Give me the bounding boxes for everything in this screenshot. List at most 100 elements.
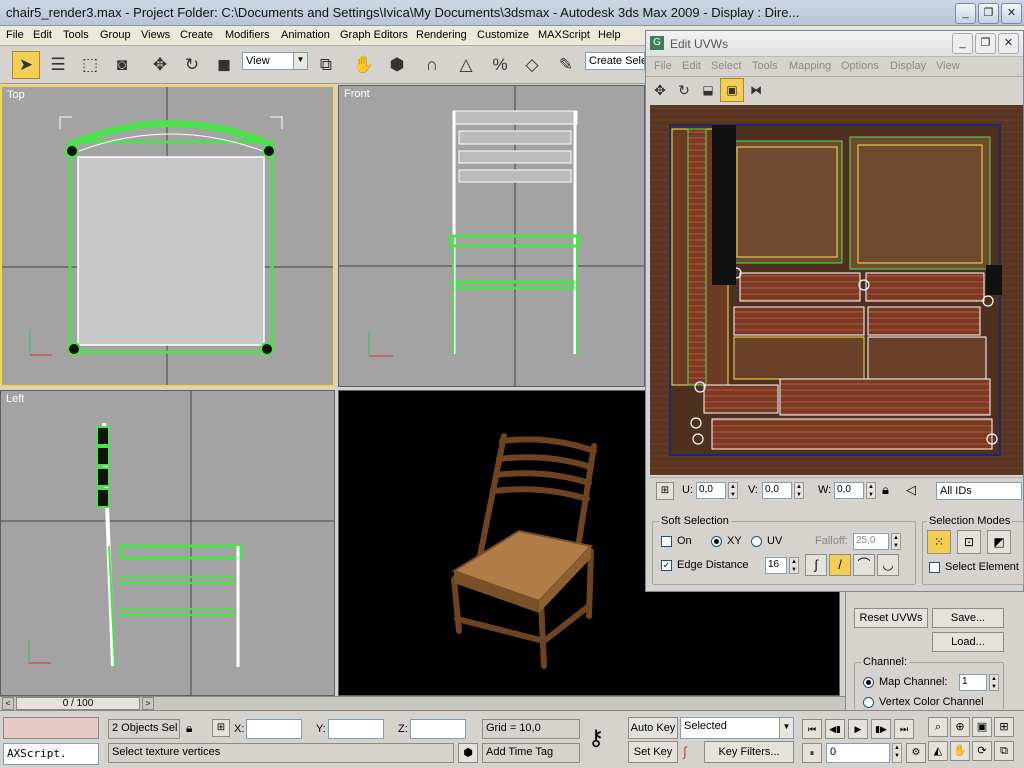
default-tangent-icon[interactable]: ∫ — [683, 744, 687, 759]
orbit-icon[interactable]: ⟳ — [972, 741, 992, 761]
menu-create[interactable]: Create — [180, 29, 213, 41]
fast-out-falloff-icon[interactable]: ◡ — [877, 554, 899, 576]
menu-file[interactable]: File — [6, 29, 24, 41]
chevron-right-icon[interactable]: > — [142, 697, 154, 710]
uv-scale-icon[interactable]: ⬓ — [696, 78, 720, 102]
filter-icon[interactable]: ◁ — [906, 482, 916, 498]
uv-menu-mapping[interactable]: Mapping — [789, 60, 831, 72]
uv-mirror-icon[interactable]: ⧓ — [744, 78, 768, 102]
falloff-spinner[interactable]: ▲ ▼ — [891, 533, 901, 550]
window-crossing-icon[interactable]: ◙ — [108, 51, 136, 79]
time-slider[interactable]: 0 / 100 — [16, 697, 140, 710]
w-spinner[interactable]: ▲ ▼ — [866, 482, 876, 499]
menu-tools[interactable]: Tools — [63, 29, 89, 41]
y-coordinate-field[interactable] — [328, 719, 384, 739]
edit-named-selection-icon[interactable]: ✎ — [552, 51, 580, 79]
slow-out-falloff-icon[interactable]: ⌒ — [853, 554, 875, 576]
map-channel-field[interactable]: 1 — [959, 674, 987, 691]
maximize-button[interactable]: ❐ — [978, 3, 999, 24]
smooth-falloff-icon[interactable]: ∫ — [805, 554, 827, 576]
set-key-button[interactable]: Set Key — [628, 741, 678, 763]
select-and-manipulate-icon[interactable]: ✋ — [350, 51, 378, 79]
reset-uvws-button[interactable]: Reset UVWs — [854, 608, 928, 628]
key-icon[interactable]: ⚷ — [588, 725, 604, 751]
edge-distance-checkbox[interactable]: ✓ — [661, 560, 672, 571]
rectangular-selection-icon[interactable]: ⬚ — [76, 51, 104, 79]
uv-move-icon[interactable]: ✥ — [648, 78, 672, 102]
move-icon[interactable]: ✥ — [146, 51, 174, 79]
load-button[interactable]: Load... — [932, 632, 1004, 652]
uv-menu-edit[interactable]: Edit — [682, 60, 701, 72]
previous-frame-icon[interactable]: ◀▮ — [825, 719, 845, 739]
reference-coordinate-dropdown[interactable]: View ▼ — [242, 52, 308, 70]
w-field[interactable]: 0,0 — [834, 482, 864, 499]
select-element-checkbox[interactable] — [929, 562, 940, 573]
field-of-view-icon[interactable]: ◭ — [928, 741, 948, 761]
uv-menu-display[interactable]: Display — [890, 60, 926, 72]
lock-icon[interactable]: 🔒︎ — [882, 482, 889, 498]
snaps-toggle-icon[interactable]: ∩ — [418, 51, 446, 79]
go-to-end-icon[interactable]: ⏭ — [894, 719, 914, 739]
u-field[interactable]: 0,0 — [696, 482, 726, 499]
menu-graph-editors[interactable]: Graph Editors — [340, 29, 408, 41]
pivot-center-icon[interactable]: ⧉ — [312, 51, 340, 79]
next-frame-icon[interactable]: ▮▶ — [871, 719, 891, 739]
key-mode-toggle-icon[interactable]: ⏸ — [802, 743, 822, 763]
absolute-offset-toggle-icon[interactable]: ⊞ — [656, 482, 674, 500]
maxscript-listener-input[interactable] — [3, 717, 99, 739]
zoom-extents-all-icon[interactable]: ⊞ — [994, 717, 1014, 737]
uv-rotate-icon[interactable]: ↻ — [672, 78, 696, 102]
angle-snap-icon[interactable]: △ — [452, 51, 480, 79]
x-coordinate-field[interactable] — [246, 719, 302, 739]
viewport-front[interactable]: Front — [338, 85, 645, 387]
minimize-button[interactable]: _ — [952, 33, 973, 54]
uv-menu-options[interactable]: Options — [841, 60, 879, 72]
save-button[interactable]: Save... — [932, 608, 1004, 628]
menu-help[interactable]: Help — [598, 29, 621, 41]
key-filters-button[interactable]: Key Filters... — [704, 741, 794, 763]
edge-distance-spinner[interactable]: ▲ ▼ — [789, 557, 799, 574]
pan-icon[interactable]: ✋ — [950, 741, 970, 761]
map-channel-spinner[interactable]: ▲ ▼ — [989, 674, 999, 691]
uv-menu-select[interactable]: Select — [711, 60, 742, 72]
time-configuration-icon[interactable]: ⚙ — [906, 743, 926, 763]
scale-icon[interactable]: ◼ — [210, 51, 238, 79]
rotate-icon[interactable]: ↻ — [178, 51, 206, 79]
named-selection-sets-field[interactable]: Create Sele — [585, 52, 645, 70]
menu-modifiers[interactable]: Modifiers — [225, 29, 270, 41]
close-button[interactable]: ✕ — [1001, 3, 1022, 24]
vertex-color-radio[interactable] — [863, 697, 874, 708]
menu-edit[interactable]: Edit — [33, 29, 52, 41]
key-mode-dropdown[interactable]: Selected ▼ — [680, 717, 794, 739]
chevron-left-icon[interactable]: < — [2, 697, 14, 710]
v-spinner[interactable]: ▲ ▼ — [794, 482, 804, 499]
current-frame-field[interactable]: 0 — [826, 743, 890, 763]
u-spinner[interactable]: ▲ ▼ — [728, 482, 738, 499]
face-mode-icon[interactable]: ◩ — [987, 530, 1011, 554]
linear-falloff-icon[interactable]: / — [829, 554, 851, 576]
zoom-icon[interactable]: ⌕ — [928, 717, 948, 737]
uv-radio[interactable] — [751, 536, 762, 547]
soft-selection-on-checkbox[interactable] — [661, 536, 672, 547]
play-icon[interactable]: ▶ — [848, 719, 868, 739]
viewport-left[interactable]: Left — [0, 390, 335, 696]
current-frame-spinner[interactable]: ▲ ▼ — [892, 743, 902, 763]
select-object-icon[interactable]: ➤ — [12, 51, 40, 79]
menu-rendering[interactable]: Rendering — [416, 29, 467, 41]
zoom-all-icon[interactable]: ⊕ — [950, 717, 970, 737]
menu-animation[interactable]: Animation — [281, 29, 330, 41]
maximize-button[interactable]: ❐ — [975, 33, 996, 54]
maxscript-listener-output[interactable]: AXScript. — [3, 743, 99, 765]
select-by-name-icon[interactable]: ☰ — [44, 51, 72, 79]
menu-maxscript[interactable]: MAXScript — [538, 29, 590, 41]
keyboard-shortcut-icon[interactable]: ⬢ — [383, 51, 411, 79]
vertex-mode-icon[interactable]: ⁙ — [927, 530, 951, 554]
material-ids-dropdown[interactable]: All IDs — [936, 482, 1022, 500]
uv-editor-canvas[interactable] — [650, 105, 1023, 475]
maximize-viewport-icon[interactable]: ⧉ — [994, 741, 1014, 761]
edge-mode-icon[interactable]: ⊡ — [957, 530, 981, 554]
uv-menu-tools[interactable]: Tools — [752, 60, 778, 72]
absolute-mode-icon[interactable]: ⊞ — [212, 719, 230, 737]
close-button[interactable]: ✕ — [998, 33, 1019, 54]
map-channel-radio[interactable] — [863, 677, 874, 688]
